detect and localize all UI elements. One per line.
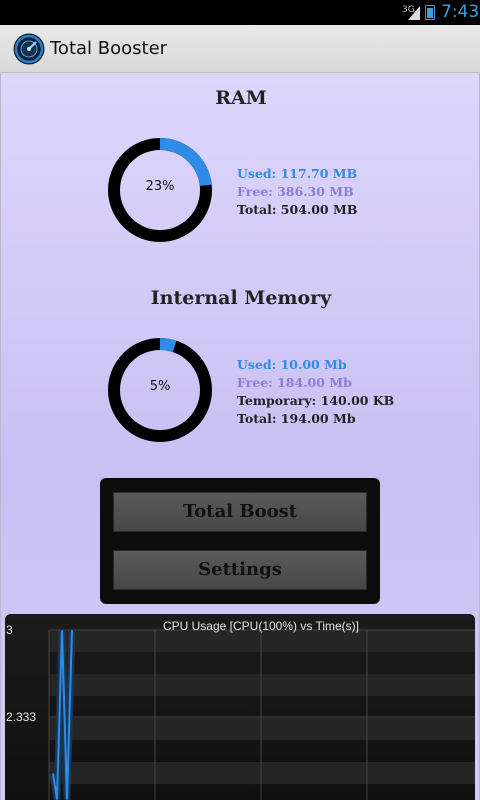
chart-band bbox=[49, 762, 475, 784]
ram-percent: 23% bbox=[145, 179, 175, 194]
signal-strength-icon bbox=[408, 6, 420, 20]
battery-icon bbox=[425, 5, 435, 20]
ram-stats: Used: 117.70 MB Free: 386.30 MB Total: 5… bbox=[237, 165, 357, 219]
cpu-usage-chart: 3 2.333 CPU Usage [CPU(100%) vs Time(s)] bbox=[5, 614, 475, 800]
total-boost-button[interactable]: Total Boost bbox=[113, 492, 367, 532]
internal-percent: 5% bbox=[149, 379, 171, 394]
status-time: 7:43 bbox=[441, 2, 480, 22]
chart-band bbox=[49, 674, 475, 696]
internal-stats: Used: 10.00 Mb Free: 184.00 Mb Temporary… bbox=[237, 356, 394, 428]
action-panel: Total Boost Settings bbox=[100, 478, 380, 604]
booster-gauge-icon[interactable] bbox=[13, 33, 45, 65]
chart-y-tick-label: 3 bbox=[6, 623, 13, 637]
chart-y-tick-label: 2.333 bbox=[6, 710, 36, 724]
internal-total-text: Total: 194.00 Mb bbox=[237, 411, 356, 426]
ram-used-text: Used: 117.70 MB bbox=[237, 166, 358, 181]
internal-free-text: Free: 184.00 Mb bbox=[237, 375, 352, 390]
action-bar: Total Booster bbox=[0, 25, 480, 73]
settings-button[interactable]: Settings bbox=[113, 550, 367, 590]
internal-temporary-text: Temporary: 140.00 KB bbox=[237, 393, 395, 408]
chart-title: CPU Usage [CPU(100%) vs Time(s)] bbox=[163, 619, 359, 633]
cpu-usage-plot: 3 2.333 CPU Usage [CPU(100%) vs Time(s)] bbox=[5, 614, 475, 800]
ram-total-text: Total: 504.00 MB bbox=[237, 202, 358, 217]
internal-used-text: Used: 10.00 Mb bbox=[237, 357, 347, 372]
chart-band bbox=[49, 630, 475, 652]
ram-title: RAM bbox=[215, 87, 267, 109]
status-bar: 3G 7:43 bbox=[0, 0, 480, 25]
ram-free-text: Free: 386.30 MB bbox=[237, 184, 354, 199]
app-title: Total Booster bbox=[50, 38, 168, 59]
chart-band bbox=[49, 718, 475, 740]
internal-memory-title: Internal Memory bbox=[150, 287, 332, 309]
internal-donut-used-arc bbox=[159, 338, 177, 353]
